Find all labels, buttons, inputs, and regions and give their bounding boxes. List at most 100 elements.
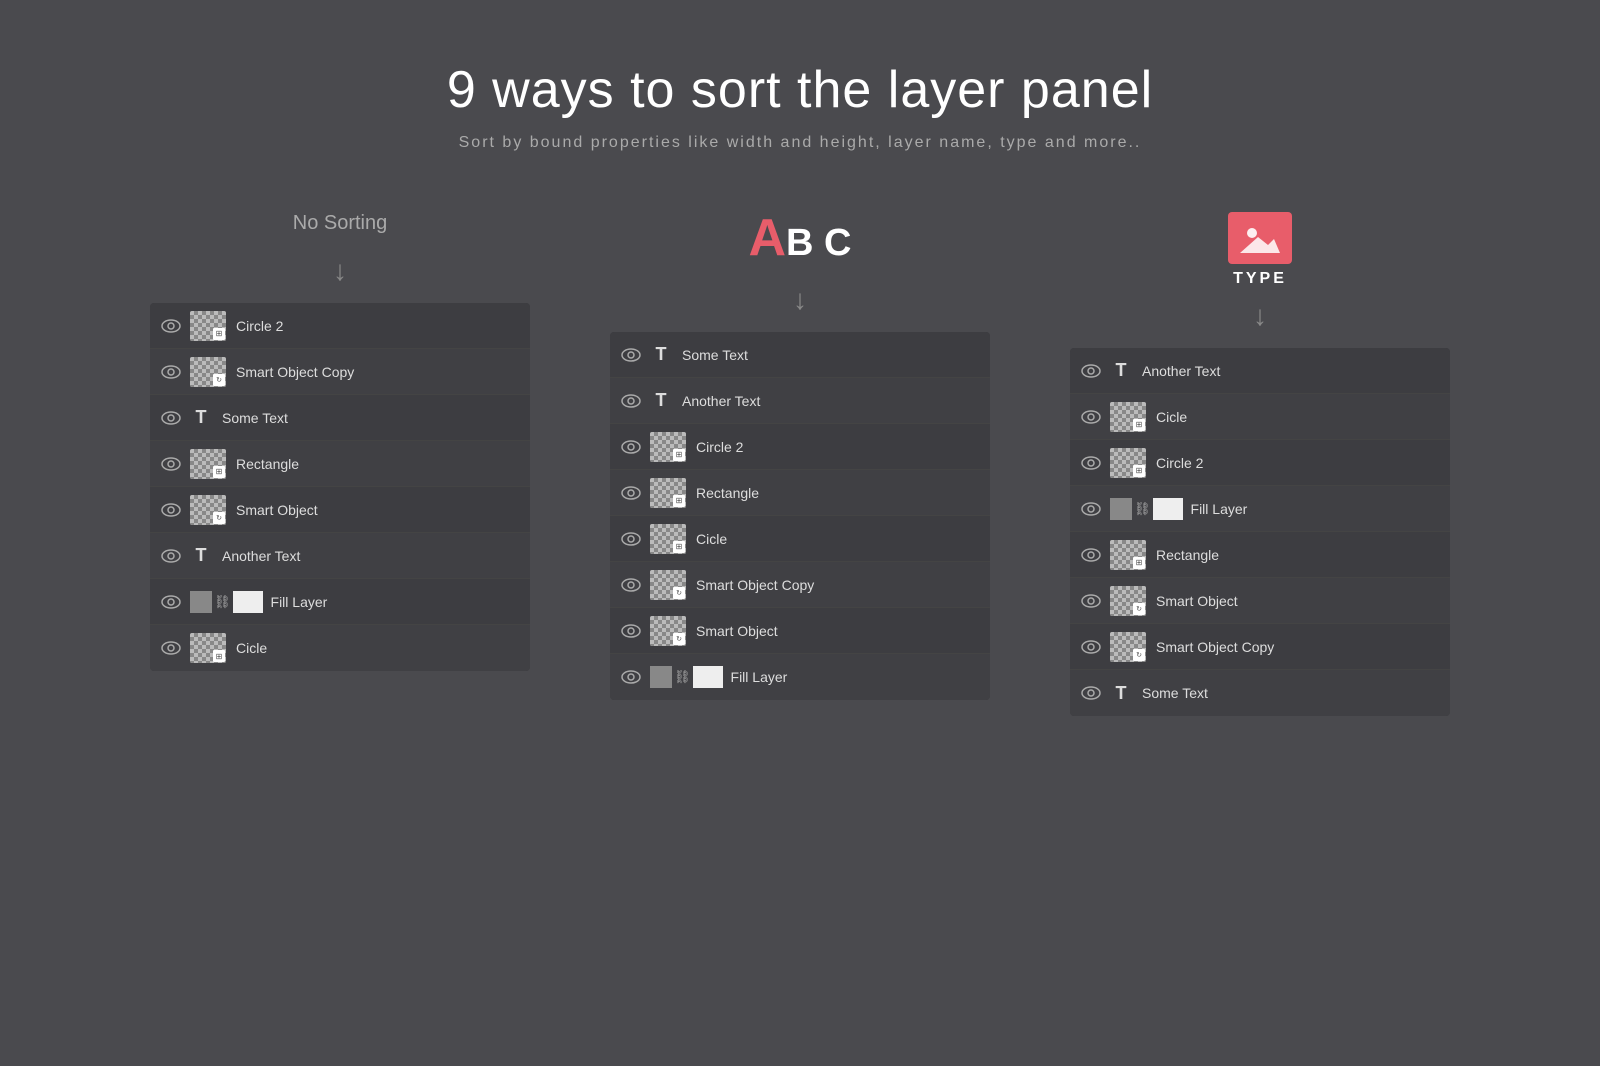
layer-row: ⊞ Rectangle: [1070, 532, 1450, 578]
page-title: 9 ways to sort the layer panel: [447, 60, 1153, 120]
layer-name: Circle 2: [1156, 455, 1203, 471]
layer-row: ↻ Smart Object: [150, 487, 530, 533]
layer-panel-abc-sorting: T Some Text T Another Text: [610, 332, 990, 700]
layer-thumb: ↻: [1110, 632, 1146, 662]
layer-name: Rectangle: [236, 456, 299, 472]
layer-name: Fill Layer: [1191, 501, 1248, 517]
column-label-no-sorting: No Sorting: [293, 212, 388, 235]
eye-icon: [160, 364, 182, 380]
layer-thumb: ⊞: [190, 633, 226, 663]
layer-name: Another Text: [222, 548, 300, 564]
type-icon: T: [650, 390, 672, 412]
layer-row: ↻ Smart Object: [610, 608, 990, 654]
eye-icon: [160, 410, 182, 426]
eye-icon: [1080, 685, 1102, 701]
layer-thumb: ↻: [650, 616, 686, 646]
layer-name: Smart Object Copy: [236, 364, 354, 380]
layer-row: ↻ Smart Object Copy: [150, 349, 530, 395]
layer-name: Fill Layer: [731, 669, 788, 685]
eye-icon: [1080, 639, 1102, 655]
type-label: TYPE: [1233, 270, 1287, 288]
layer-name: Smart Object Copy: [1156, 639, 1274, 655]
page-subtitle: Sort by bound properties like width and …: [459, 134, 1142, 152]
layer-name: Cicle: [236, 640, 267, 656]
layer-name: Cicle: [1156, 409, 1187, 425]
arrow-no-sorting: ↓: [333, 255, 347, 287]
eye-icon: [160, 594, 182, 610]
eye-icon: [1080, 501, 1102, 517]
layer-name: Some Text: [222, 410, 288, 426]
eye-icon: [620, 439, 642, 455]
layer-name: Some Text: [682, 347, 748, 363]
layer-row: ⛓ Fill Layer: [1070, 486, 1450, 532]
layer-name: Circle 2: [236, 318, 283, 334]
layer-panel-no-sorting: ⊞ Circle 2 ↻ Smart: [150, 303, 530, 671]
layer-name: Smart Object: [696, 623, 778, 639]
layer-row: T Another Text: [610, 378, 990, 424]
layer-name: Circle 2: [696, 439, 743, 455]
eye-icon: [160, 318, 182, 334]
layer-name: Another Text: [1142, 363, 1220, 379]
layer-name: Smart Object: [1156, 593, 1238, 609]
layer-row: T Some Text: [610, 332, 990, 378]
layer-row: T Some Text: [150, 395, 530, 441]
layer-thumb: ↻: [1110, 586, 1146, 616]
layer-name: Smart Object: [236, 502, 318, 518]
layer-row: ⛓ Fill Layer: [150, 579, 530, 625]
layer-row: ⊞ Rectangle: [150, 441, 530, 487]
type-icon: T: [650, 344, 672, 366]
eye-icon: [1080, 593, 1102, 609]
layer-row: ⊞ Cicle: [610, 516, 990, 562]
letter-a: A: [748, 212, 786, 264]
column-type-sorting: TYPE ↓ T Another Text: [1070, 212, 1450, 716]
type-icon: T: [1110, 682, 1132, 704]
eye-icon: [160, 456, 182, 472]
eye-icon: [160, 640, 182, 656]
eye-icon: [1080, 363, 1102, 379]
eye-icon: [160, 548, 182, 564]
layer-thumb: ↻: [650, 570, 686, 600]
layer-row: ⊞ Circle 2: [150, 303, 530, 349]
layer-thumb: ⊞: [1110, 540, 1146, 570]
type-icon: T: [1110, 360, 1132, 382]
layer-row: ⊞ Cicle: [1070, 394, 1450, 440]
layer-thumb: ⊞: [650, 478, 686, 508]
layer-thumb: ↻: [190, 357, 226, 387]
eye-icon: [160, 502, 182, 518]
layer-thumb: ⊞: [190, 311, 226, 341]
layer-row: ⊞ Rectangle: [610, 470, 990, 516]
type-icon: T: [190, 545, 212, 567]
sort-icon-abc: A B C: [748, 212, 851, 264]
layer-row: ⊞ Circle 2: [1070, 440, 1450, 486]
layer-name: Rectangle: [1156, 547, 1219, 563]
layer-thumb: ⊞: [190, 449, 226, 479]
layer-row: ⊞ Circle 2: [610, 424, 990, 470]
eye-icon: [1080, 547, 1102, 563]
layer-thumb: ⊞: [1110, 448, 1146, 478]
layer-row: T Another Text: [1070, 348, 1450, 394]
layer-name: Another Text: [682, 393, 760, 409]
type-icon: T: [190, 407, 212, 429]
letter-bc: B C: [786, 224, 851, 262]
eye-icon: [620, 669, 642, 685]
layer-row: ↻ Smart Object Copy: [1070, 624, 1450, 670]
layer-thumb: ⊞: [1110, 402, 1146, 432]
eye-icon: [620, 577, 642, 593]
arrow-type-sorting: ↓: [1253, 300, 1267, 332]
column-abc-sorting: A B C ↓ T Some Text: [610, 212, 990, 700]
layer-name: Cicle: [696, 531, 727, 547]
eye-icon: [1080, 455, 1102, 471]
layer-row: ↻ Smart Object Copy: [610, 562, 990, 608]
layer-panel-type-sorting: T Another Text ⊞ Cicle: [1070, 348, 1450, 716]
layer-row: ⛓ Fill Layer: [610, 654, 990, 700]
layer-name: Smart Object Copy: [696, 577, 814, 593]
layer-name: Fill Layer: [271, 594, 328, 610]
fill-layer-thumb: ⛓: [650, 666, 723, 688]
panels-container: No Sorting ↓ ⊞ Circle 2: [40, 212, 1560, 716]
eye-icon: [620, 623, 642, 639]
arrow-abc-sorting: ↓: [793, 284, 807, 316]
eye-icon: [620, 485, 642, 501]
layer-name: Some Text: [1142, 685, 1208, 701]
fill-layer-thumb: ⛓: [190, 591, 263, 613]
layer-row: ⊞ Cicle: [150, 625, 530, 671]
